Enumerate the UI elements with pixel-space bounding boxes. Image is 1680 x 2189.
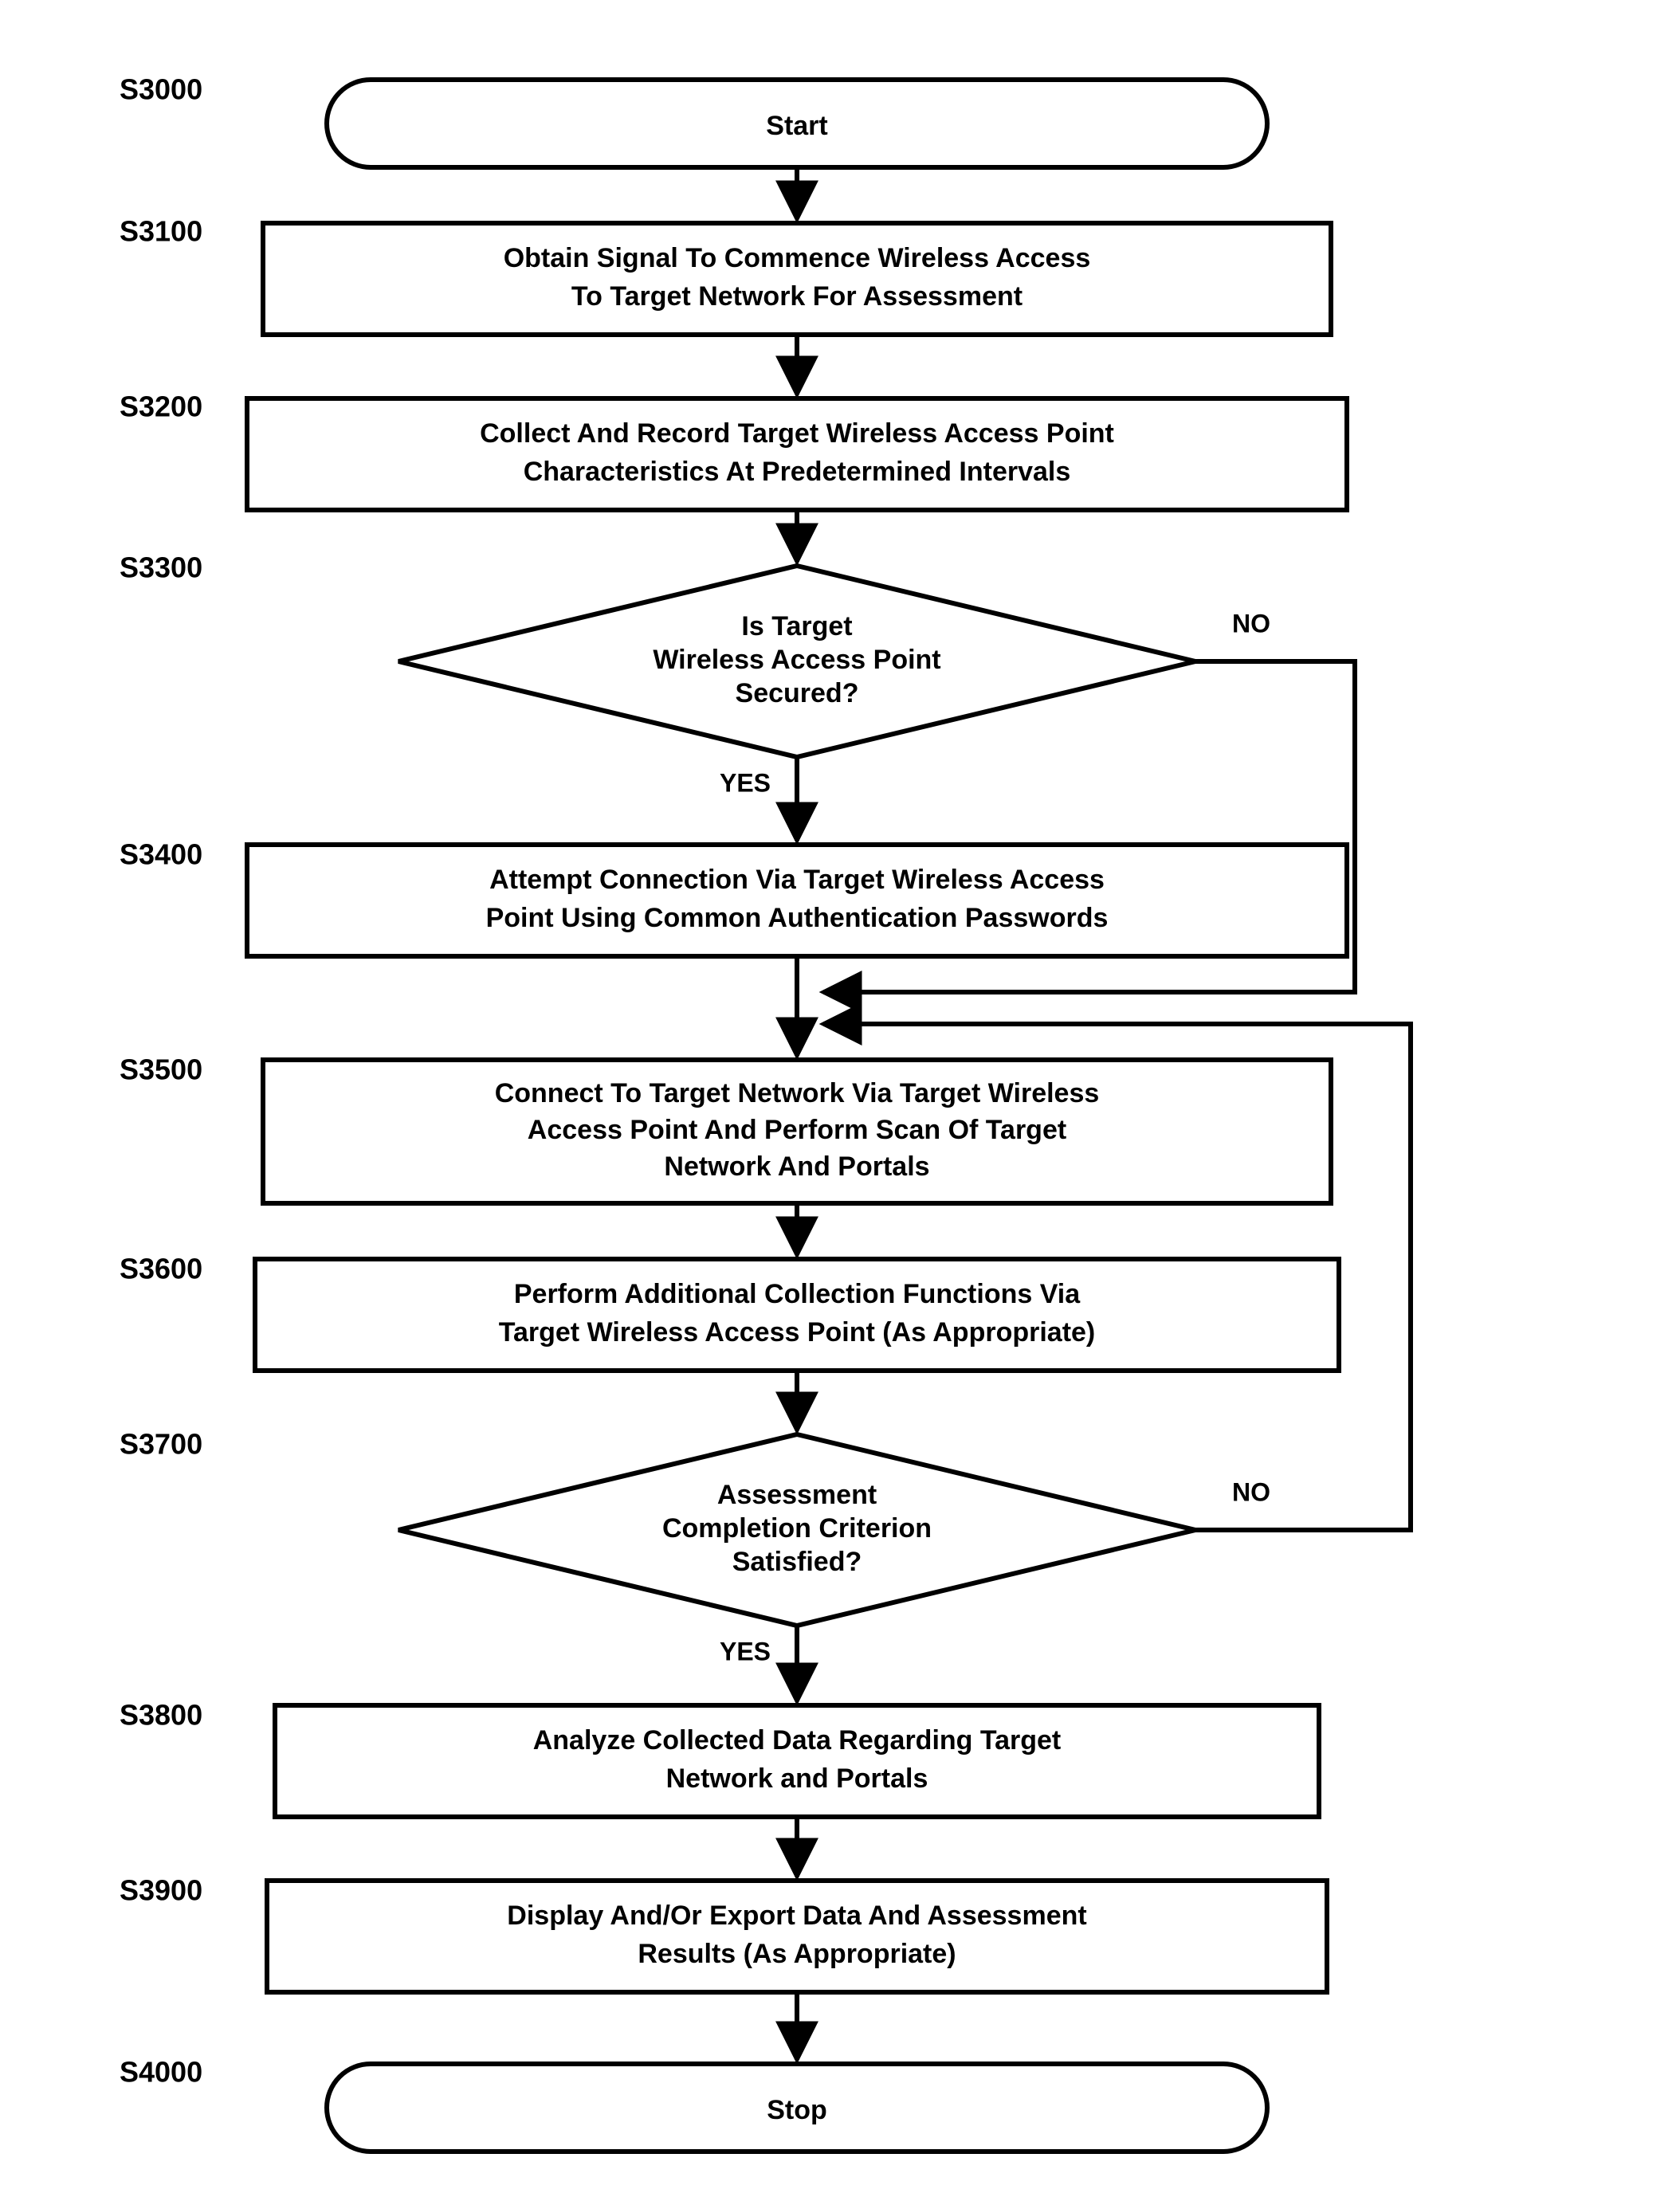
step-label-s3300: S3300 <box>120 551 202 584</box>
process-s3600 <box>255 1259 1339 1371</box>
process-s3500-l1: Connect To Target Network Via Target Wir… <box>495 1078 1100 1108</box>
decision-s3700-l2: Completion Criterion <box>662 1513 932 1544</box>
decision-s3700-l3: Satisfied? <box>732 1547 862 1577</box>
process-s3100-l2: To Target Network For Assessment <box>571 281 1023 312</box>
decision-s3300-l3: Secured? <box>736 678 859 708</box>
process-s3600-l2: Target Wireless Access Point (As Appropr… <box>499 1317 1096 1348</box>
decision-s3300-l1: Is Target <box>741 611 852 641</box>
flowchart: S3000 S3100 S3200 S3300 S3400 S3500 S360… <box>0 0 1680 2189</box>
step-label-s3600: S3600 <box>120 1253 202 1285</box>
process-s3100 <box>263 223 1331 335</box>
process-s3600-l1: Perform Additional Collection Functions … <box>514 1279 1081 1309</box>
branch-yes-s3300: YES <box>720 768 771 797</box>
step-label-s3400: S3400 <box>120 838 202 871</box>
process-s3900 <box>267 1881 1327 1992</box>
step-label-s3900: S3900 <box>120 1874 202 1907</box>
step-label-s3100: S3100 <box>120 215 202 248</box>
step-label-s3000: S3000 <box>120 73 202 106</box>
process-s3900-l2: Results (As Appropriate) <box>638 1939 956 1969</box>
terminator-stop-text: Stop <box>767 2095 827 2125</box>
decision-s3700-l1: Assessment <box>717 1480 877 1510</box>
step-label-s4000: S4000 <box>120 2056 202 2089</box>
process-s3400-l1: Attempt Connection Via Target Wireless A… <box>489 865 1105 895</box>
terminator-start-text: Start <box>766 111 827 141</box>
decision-s3300-l2: Wireless Access Point <box>653 645 940 675</box>
process-s3500-l3: Network And Portals <box>664 1151 929 1182</box>
branch-no-s3700: NO <box>1232 1477 1270 1506</box>
process-s3800 <box>275 1705 1319 1817</box>
process-s3800-l2: Network and Portals <box>666 1763 928 1794</box>
process-s3200-l1: Collect And Record Target Wireless Acces… <box>480 418 1114 449</box>
process-s3400 <box>247 845 1347 956</box>
branch-yes-s3700: YES <box>720 1637 771 1665</box>
step-label-s3700: S3700 <box>120 1428 202 1461</box>
process-s3500-l2: Access Point And Perform Scan Of Target <box>528 1115 1066 1145</box>
process-s3800-l1: Analyze Collected Data Regarding Target <box>533 1725 1062 1756</box>
step-label-s3800: S3800 <box>120 1699 202 1732</box>
process-s3200 <box>247 398 1347 510</box>
process-s3200-l2: Characteristics At Predetermined Interva… <box>524 457 1071 487</box>
step-label-s3500: S3500 <box>120 1053 202 1086</box>
process-s3400-l2: Point Using Common Authentication Passwo… <box>486 903 1109 933</box>
process-s3900-l1: Display And/Or Export Data And Assessmen… <box>507 1901 1086 1931</box>
process-s3100-l1: Obtain Signal To Commence Wireless Acces… <box>504 243 1091 273</box>
step-label-s3200: S3200 <box>120 390 202 423</box>
branch-no-s3300: NO <box>1232 609 1270 637</box>
